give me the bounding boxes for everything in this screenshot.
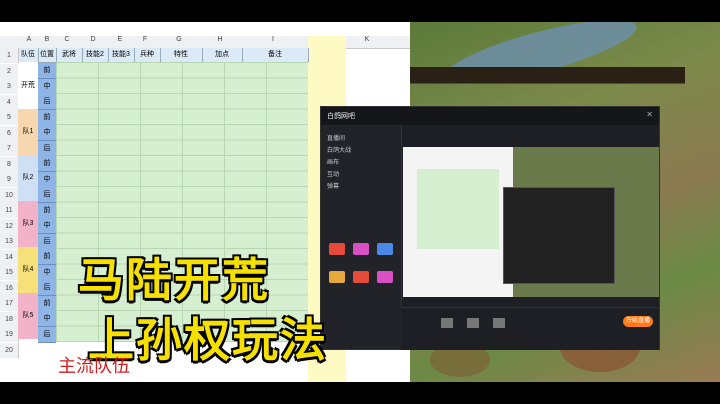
col-F[interactable]: F: [138, 36, 152, 43]
col-A[interactable]: A: [22, 36, 36, 43]
sidebar-item[interactable]: 画布: [327, 157, 339, 166]
live-preview: [403, 147, 659, 297]
team-cell[interactable]: 队4: [18, 247, 38, 293]
position-cell[interactable]: 前: [38, 202, 56, 219]
team-cell[interactable]: 开荒: [18, 63, 38, 109]
camera-icon[interactable]: [467, 318, 479, 328]
col-K[interactable]: K: [360, 36, 374, 43]
row-header[interactable]: 3: [0, 79, 19, 94]
app-bottom-bar: 开始直播: [401, 307, 659, 350]
header-trait[interactable]: 特性: [160, 48, 203, 62]
position-cell[interactable]: 前: [38, 295, 56, 312]
team-cell[interactable]: 队3: [18, 201, 38, 247]
mic-icon[interactable]: [441, 318, 453, 328]
row-header[interactable]: 2: [0, 63, 19, 79]
row-header[interactable]: 18: [0, 311, 19, 327]
position-cell[interactable]: 前: [38, 63, 56, 79]
tool-button[interactable]: [329, 243, 345, 255]
position-cell[interactable]: 后: [38, 326, 56, 343]
row-header[interactable]: 16: [0, 280, 19, 296]
row-header[interactable]: 11: [0, 203, 19, 218]
row-header[interactable]: 20: [0, 342, 19, 358]
app-titlebar: 白鸽网吧 ✕: [321, 107, 659, 125]
team-cell[interactable]: 队5: [18, 293, 38, 339]
tool-button[interactable]: [377, 271, 393, 283]
sidebar-item[interactable]: 互动: [327, 169, 339, 178]
row-header[interactable]: 17: [0, 296, 19, 311]
position-cell[interactable]: 中: [38, 218, 56, 234]
tool-button[interactable]: [377, 243, 393, 255]
position-cell[interactable]: 中: [38, 125, 56, 141]
row-header[interactable]: 19: [0, 327, 19, 342]
preview-nested-window: [503, 187, 615, 284]
position-cell[interactable]: 后: [38, 280, 56, 296]
video-frame: A B C D E F G H I J K 队伍 位置 武将 技能2 技能3 兵…: [0, 22, 720, 382]
row-header[interactable]: 5: [0, 110, 19, 125]
position-cell[interactable]: 中: [38, 78, 56, 95]
tool-button[interactable]: [353, 271, 369, 283]
col-B[interactable]: B: [40, 36, 54, 43]
app-sidebar: 直播间 白鸽大战 画布 互动 弹幕: [321, 125, 402, 349]
header-general[interactable]: 武将: [56, 48, 83, 62]
position-cell[interactable]: 后: [38, 233, 56, 250]
row-header[interactable]: 7: [0, 141, 19, 156]
settings-icon[interactable]: [493, 318, 505, 328]
position-cell[interactable]: 前: [38, 249, 56, 265]
position-cell[interactable]: 中: [38, 311, 56, 327]
start-live-button[interactable]: 开始直播: [623, 316, 653, 327]
row-header[interactable]: 10: [0, 187, 19, 203]
team-cell[interactable]: 队1: [18, 109, 38, 155]
header-skill2[interactable]: 技能2: [82, 48, 109, 62]
header-team[interactable]: 队伍: [18, 48, 39, 62]
sidebar-item[interactable]: 白鸽大战: [327, 145, 351, 154]
col-E[interactable]: E: [113, 36, 127, 43]
row-header[interactable]: 8: [0, 156, 19, 172]
col-G[interactable]: G: [172, 36, 186, 43]
header-notes[interactable]: 备注: [242, 48, 309, 62]
sidebar-item[interactable]: 弹幕: [327, 181, 339, 190]
app-title: 白鸽网吧: [327, 113, 355, 120]
position-cell[interactable]: 前: [38, 156, 56, 172]
sheet-header-row: 队伍 位置 武将 技能2 技能3 兵种 特性 加点 备注: [18, 48, 309, 63]
streaming-app-window[interactable]: 白鸽网吧 ✕ 直播间 白鸽大战 画布 互动 弹幕 开始直播: [320, 106, 660, 350]
col-H[interactable]: H: [213, 36, 227, 43]
close-icon[interactable]: ✕: [646, 110, 653, 119]
tool-button[interactable]: [329, 271, 345, 283]
position-cell[interactable]: 中: [38, 264, 56, 281]
row-header[interactable]: 15: [0, 265, 19, 280]
col-D[interactable]: D: [86, 36, 100, 43]
header-troop[interactable]: 兵种: [134, 48, 161, 62]
team-cell[interactable]: 队2: [18, 155, 38, 201]
position-cell[interactable]: 中: [38, 171, 56, 188]
tool-button[interactable]: [353, 243, 369, 255]
row-header[interactable]: 13: [0, 234, 19, 249]
header-points[interactable]: 加点: [202, 48, 243, 62]
row-header[interactable]: 12: [0, 218, 19, 234]
row-header[interactable]: 14: [0, 249, 19, 265]
header-position[interactable]: 位置: [38, 48, 57, 62]
row-header[interactable]: 1: [0, 48, 19, 63]
position-cell[interactable]: 后: [38, 94, 56, 110]
row-header[interactable]: 9: [0, 172, 19, 187]
position-cell[interactable]: 后: [38, 187, 56, 203]
overlay-subtitle: 主流队伍: [58, 356, 130, 377]
row-header[interactable]: 6: [0, 125, 19, 141]
col-C[interactable]: C: [60, 36, 74, 43]
sidebar-item[interactable]: 直播间: [327, 133, 345, 142]
header-skill3[interactable]: 技能3: [108, 48, 135, 62]
col-I[interactable]: I: [266, 36, 280, 43]
position-cell[interactable]: 后: [38, 140, 56, 157]
row-header[interactable]: 4: [0, 94, 19, 110]
overlay-title-line1: 马陆开荒: [78, 253, 270, 307]
preview-grid: [417, 169, 499, 249]
position-cell[interactable]: 前: [38, 109, 56, 126]
